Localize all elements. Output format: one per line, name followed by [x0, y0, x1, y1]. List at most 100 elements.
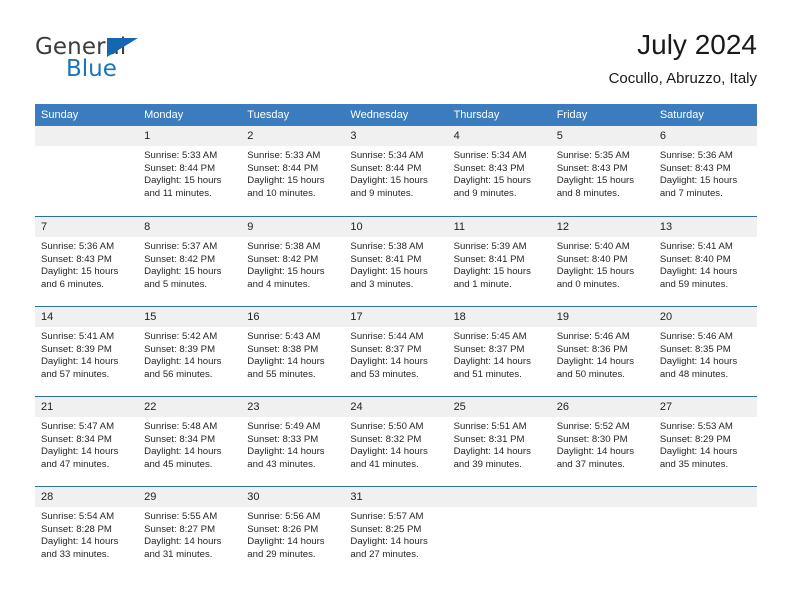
day-cell-16[interactable]: 16 Sunrise: 5:43 AM Sunset: 8:38 PM Dayligh…	[241, 307, 345, 396]
day-number-band	[653, 487, 757, 507]
day-number-band: 17	[344, 307, 448, 327]
day-sun-info: Sunrise: 5:46 AM Sunset: 8:36 PM Daylight:…	[551, 327, 654, 381]
day-cell-24[interactable]: 24 Sunrise: 5:50 AM Sunset: 8:32 PM Dayligh…	[344, 397, 448, 486]
day-number-band: 21	[35, 397, 139, 417]
day-cell-14[interactable]: 14 Sunrise: 5:41 AM Sunset: 8:39 PM Dayligh…	[35, 307, 139, 396]
day-info-line: Daylight: 14 hours	[144, 356, 222, 368]
day-info-line: Sunrise: 5:50 AM	[350, 421, 424, 432]
day-number-band: 24	[344, 397, 448, 417]
day-info-line: and 56 minutes.	[144, 368, 213, 380]
day-info-line: Sunrise: 5:34 AM	[453, 150, 527, 161]
general-blue-logo[interactable]: General Blue	[35, 34, 235, 90]
day-info-line: Daylight: 15 hours	[144, 175, 222, 187]
day-info-line: Sunrise: 5:41 AM	[659, 241, 733, 252]
day-info-line: Daylight: 15 hours	[556, 175, 635, 187]
day-info-line: and 1 minute.	[453, 278, 512, 290]
page-subtitle: Cocullo, Abruzzo, Italy	[608, 70, 757, 87]
day-info-line: Sunrise: 5:36 AM	[41, 241, 115, 252]
day-cell-20[interactable]: 20 Sunrise: 5:46 AM Sunset: 8:35 PM Dayligh…	[653, 307, 757, 396]
day-cell-28[interactable]: 28 Sunrise: 5:54 AM Sunset: 8:28 PM Dayligh…	[35, 487, 139, 576]
day-number-band	[35, 126, 139, 146]
day-info-line: Sunset: 8:38 PM	[247, 343, 319, 355]
day-info-line: Daylight: 15 hours	[659, 175, 738, 187]
day-cell-5[interactable]: 5 Sunrise: 5:35 AM Sunset: 8:43 PM Daylight…	[550, 126, 654, 216]
day-info-line: Daylight: 14 hours	[556, 446, 635, 458]
day-cell-25[interactable]: 25 Sunrise: 5:51 AM Sunset: 8:31 PM Dayligh…	[447, 397, 551, 486]
day-number: 27	[659, 401, 673, 413]
day-sun-info: Sunrise: 5:34 AM Sunset: 8:43 PM Daylight:…	[448, 146, 551, 200]
day-info-line: and 39 minutes.	[453, 458, 522, 470]
day-info-line: Sunset: 8:33 PM	[247, 433, 319, 445]
day-info-line: Sunset: 8:43 PM	[453, 162, 525, 174]
day-info-line: Daylight: 15 hours	[144, 266, 222, 278]
day-info-line: Sunset: 8:32 PM	[350, 433, 422, 445]
day-cell-2[interactable]: 2 Sunrise: 5:33 AM Sunset: 8:44 PM Daylight…	[241, 126, 345, 216]
day-info-line: Sunset: 8:43 PM	[556, 162, 628, 174]
day-cell-23[interactable]: 23 Sunrise: 5:49 AM Sunset: 8:33 PM Dayligh…	[241, 397, 345, 486]
day-info-line: Sunrise: 5:57 AM	[350, 511, 424, 522]
day-cell-10[interactable]: 10 Sunrise: 5:38 AM Sunset: 8:41 PM Dayligh…	[344, 217, 448, 306]
weekday-header-wednesday: Wednesday	[350, 109, 409, 121]
day-cell-30[interactable]: 30 Sunrise: 5:56 AM Sunset: 8:26 PM Dayligh…	[241, 487, 345, 576]
day-info-line: Daylight: 14 hours	[350, 536, 428, 548]
day-info-line: Sunrise: 5:40 AM	[556, 241, 630, 252]
day-cell-6[interactable]: 6 Sunrise: 5:36 AM Sunset: 8:43 PM Daylight…	[653, 126, 757, 216]
day-cell-13[interactable]: 13 Sunrise: 5:41 AM Sunset: 8:40 PM Dayligh…	[653, 217, 757, 306]
day-info-line: and 4 minutes.	[247, 278, 311, 290]
day-number-band: 14	[35, 307, 139, 327]
day-cell-29[interactable]: 29 Sunrise: 5:55 AM Sunset: 8:27 PM Dayligh…	[138, 487, 242, 576]
day-cell-21[interactable]: 21 Sunrise: 5:47 AM Sunset: 8:34 PM Dayligh…	[35, 397, 139, 486]
day-cell-17[interactable]: 17 Sunrise: 5:44 AM Sunset: 8:37 PM Dayligh…	[344, 307, 448, 396]
day-info-line: Daylight: 15 hours	[453, 266, 531, 278]
day-info-line: Sunrise: 5:47 AM	[41, 421, 115, 432]
day-cell-22[interactable]: 22 Sunrise: 5:48 AM Sunset: 8:34 PM Dayligh…	[138, 397, 242, 486]
day-info-line: and 51 minutes.	[453, 368, 522, 380]
day-cell-12[interactable]: 12 Sunrise: 5:40 AM Sunset: 8:40 PM Dayligh…	[550, 217, 654, 306]
day-number-band: 20	[653, 307, 757, 327]
day-cell-11[interactable]: 11 Sunrise: 5:39 AM Sunset: 8:41 PM Dayligh…	[447, 217, 551, 306]
day-info-line: and 48 minutes.	[659, 368, 729, 380]
day-sun-info: Sunrise: 5:50 AM Sunset: 8:32 PM Daylight:…	[344, 417, 447, 471]
day-info-line: Daylight: 14 hours	[247, 536, 325, 548]
day-sun-info: Sunrise: 5:33 AM Sunset: 8:44 PM Daylight:…	[241, 146, 344, 200]
day-number: 6	[659, 130, 666, 142]
week-row: 7 Sunrise: 5:36 AM Sunset: 8:43 PM Daylight…	[35, 216, 757, 306]
day-cell-4[interactable]: 4 Sunrise: 5:34 AM Sunset: 8:43 PM Daylight…	[447, 126, 551, 216]
day-number-band: 16	[241, 307, 345, 327]
day-info-line: Daylight: 15 hours	[453, 175, 531, 187]
weekday-header-thursday: Thursday	[453, 109, 500, 121]
day-info-line: Sunset: 8:43 PM	[659, 162, 731, 174]
day-cell-26[interactable]: 26 Sunrise: 5:52 AM Sunset: 8:30 PM Dayligh…	[550, 397, 654, 486]
day-sun-info: Sunrise: 5:37 AM Sunset: 8:42 PM Daylight:…	[138, 237, 241, 291]
day-cell-7[interactable]: 7 Sunrise: 5:36 AM Sunset: 8:43 PM Daylight…	[35, 217, 139, 306]
day-number: 18	[453, 311, 466, 323]
day-info-line: and 33 minutes.	[41, 548, 110, 560]
day-info-line: Daylight: 14 hours	[350, 356, 428, 368]
day-sun-info: Sunrise: 5:43 AM Sunset: 8:38 PM Daylight:…	[241, 327, 344, 381]
day-info-line: Sunset: 8:40 PM	[659, 253, 731, 265]
day-number: 17	[350, 311, 363, 323]
day-info-line: and 5 minutes.	[144, 278, 208, 290]
day-cell-18[interactable]: 18 Sunrise: 5:45 AM Sunset: 8:37 PM Dayligh…	[447, 307, 551, 396]
day-number: 13	[659, 221, 673, 233]
day-cell-9[interactable]: 9 Sunrise: 5:38 AM Sunset: 8:42 PM Daylight…	[241, 217, 345, 306]
day-cell-8[interactable]: 8 Sunrise: 5:37 AM Sunset: 8:42 PM Daylight…	[138, 217, 242, 306]
day-number: 28	[41, 491, 54, 503]
day-number-band: 7	[35, 217, 139, 237]
day-cell-31[interactable]: 31 Sunrise: 5:57 AM Sunset: 8:25 PM Dayligh…	[344, 487, 448, 576]
day-info-line: Sunset: 8:25 PM	[350, 523, 422, 535]
day-info-line: and 53 minutes.	[350, 368, 419, 380]
day-info-line: Daylight: 14 hours	[453, 446, 531, 458]
day-cell-27[interactable]: 27 Sunrise: 5:53 AM Sunset: 8:29 PM Dayligh…	[653, 397, 757, 486]
day-info-line: Sunrise: 5:54 AM	[41, 511, 115, 522]
day-info-line: Sunset: 8:34 PM	[41, 433, 112, 445]
day-cell-1[interactable]: 1 Sunrise: 5:33 AM Sunset: 8:44 PM Daylight…	[138, 126, 242, 216]
day-info-line: Daylight: 15 hours	[41, 266, 119, 278]
day-number: 26	[556, 401, 569, 413]
day-info-line: Sunset: 8:37 PM	[350, 343, 422, 355]
day-cell-15[interactable]: 15 Sunrise: 5:42 AM Sunset: 8:39 PM Dayligh…	[138, 307, 242, 396]
day-cell-3[interactable]: 3 Sunrise: 5:34 AM Sunset: 8:44 PM Daylight…	[344, 126, 448, 216]
logo-triangle-icon	[107, 38, 138, 57]
day-cell-19[interactable]: 19 Sunrise: 5:46 AM Sunset: 8:36 PM Dayligh…	[550, 307, 654, 396]
day-number-band: 10	[344, 217, 448, 237]
